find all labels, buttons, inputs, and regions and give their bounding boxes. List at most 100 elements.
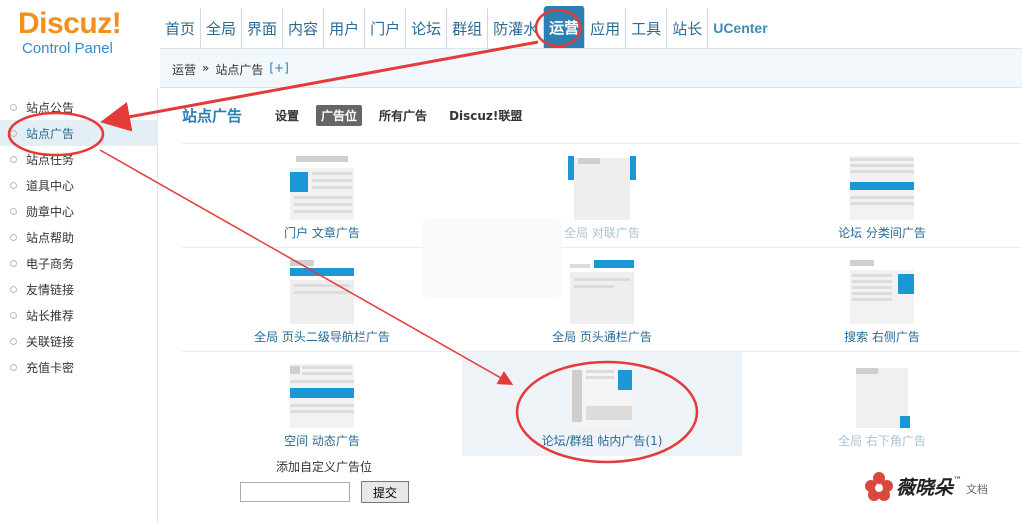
sidebar-item-announcement[interactable]: 站点公告 bbox=[0, 94, 157, 120]
breadcrumb-bar: 运营 » 站点广告 [+] bbox=[160, 48, 1022, 88]
bullet-icon bbox=[10, 155, 17, 163]
sidebar-item-label: 电子商务 bbox=[26, 256, 75, 271]
watermark: 薇晓朵 ™ 文档 bbox=[862, 458, 1002, 514]
sidebar-item-label: 站点公告 bbox=[26, 100, 75, 115]
custom-ad-slot-form: 添加自定义广告位 提交 bbox=[240, 458, 540, 503]
bullet-icon bbox=[10, 103, 17, 111]
sidebar-item-site-ads[interactable]: 站点广告 bbox=[0, 120, 157, 146]
blurred-region bbox=[422, 218, 562, 298]
ad-slot-row: 全局 页头二级导航栏广告 全局 页头通栏广告 搜索 右侧广告 bbox=[182, 247, 1022, 351]
nav-portal[interactable]: 门户 bbox=[365, 8, 407, 48]
breadcrumb-section[interactable]: 运营 bbox=[172, 61, 196, 78]
ad-slot-forum-in-thread[interactable]: 论坛/群组 帖内广告(1) bbox=[462, 352, 742, 456]
ad-slot-caption: 全局 页头二级导航栏广告 bbox=[254, 330, 390, 344]
top-nav: 首页 全局 界面 内容 用户 门户 论坛 群组 防灌水 运营 应用 工具 站长 … bbox=[160, 6, 773, 48]
watermark-text: 薇晓朵 bbox=[896, 476, 954, 499]
ad-slot-caption: 搜索 右侧广告 bbox=[844, 330, 920, 344]
nav-antispam[interactable]: 防灌水 bbox=[488, 8, 545, 48]
ad-slot-forum-category[interactable]: 论坛 分类间广告 bbox=[742, 144, 1022, 248]
ad-slot-caption: 论坛 分类间广告 bbox=[838, 226, 926, 240]
breadcrumb-page: 站点广告 bbox=[215, 63, 264, 77]
tab-ad-slots[interactable]: 广告位 bbox=[316, 104, 363, 126]
category-ad-icon bbox=[850, 156, 914, 220]
sidebar-item-recommend[interactable]: 站长推荐 bbox=[0, 302, 157, 328]
tab-bar: 站点广告 设置 广告位 所有广告 Discuz!联盟 bbox=[182, 104, 539, 126]
sidebar-item-links[interactable]: 友情链接 bbox=[0, 276, 157, 302]
sidebar-item-magic[interactable]: 道具中心 bbox=[0, 172, 157, 198]
bullet-icon bbox=[10, 129, 17, 137]
ad-slot-portal-article[interactable]: 门户 文章广告 bbox=[182, 144, 462, 248]
nav-founder[interactable]: 站长 bbox=[667, 8, 709, 48]
ad-slot-grid: 门户 文章广告 全局 对联广告 论坛 分类间广告 全局 页头二级导航栏广告 全局… bbox=[182, 143, 1022, 456]
bullet-icon bbox=[10, 363, 17, 371]
sidebar-item-help[interactable]: 站点帮助 bbox=[0, 224, 157, 250]
flower-logo-icon bbox=[865, 472, 893, 501]
logo-subtitle: Control Panel bbox=[22, 40, 113, 57]
tab-all-ads[interactable]: 所有广告 bbox=[374, 105, 432, 126]
breadcrumb: 运营 » 站点广告 [+] bbox=[172, 61, 289, 78]
header: Discuz! Control Panel 首页 全局 界面 内容 用户 门户 … bbox=[0, 0, 1022, 57]
nav-tools[interactable]: 工具 bbox=[626, 8, 668, 48]
nav-plugin[interactable]: 应用 bbox=[585, 8, 627, 48]
sidebar-item-label: 站点帮助 bbox=[26, 230, 75, 245]
custom-ad-slot-input[interactable] bbox=[240, 482, 350, 502]
sidebar-item-label: 站长推荐 bbox=[26, 308, 75, 323]
ad-slot-caption: 全局 右下角广告 bbox=[838, 434, 926, 448]
logo-title: Discuz! bbox=[18, 7, 122, 40]
ad-slot-caption: 门户 文章广告 bbox=[284, 226, 360, 240]
nav-ucenter[interactable]: UCenter bbox=[708, 8, 772, 48]
sidebar-item-tasks[interactable]: 站点任务 bbox=[0, 146, 157, 172]
ad-slot-caption: 全局 页头通栏广告 bbox=[552, 330, 652, 344]
ad-slot-space-feed[interactable]: 空间 动态广告 bbox=[182, 352, 462, 456]
bullet-icon bbox=[10, 233, 17, 241]
sidebar-item-label: 勋章中心 bbox=[26, 204, 75, 219]
sidebar-item-label: 充值卡密 bbox=[26, 360, 75, 375]
nav-operation[interactable]: 运营 bbox=[544, 6, 586, 48]
watermark-subtext: 文档 bbox=[966, 483, 989, 496]
discuz-logo[interactable]: Discuz! Control Panel bbox=[18, 8, 158, 68]
search-right-ad-icon bbox=[850, 260, 914, 324]
bullet-icon bbox=[10, 311, 17, 319]
nav-user[interactable]: 用户 bbox=[324, 8, 366, 48]
nav-content[interactable]: 内容 bbox=[283, 8, 325, 48]
submit-button[interactable]: 提交 bbox=[361, 481, 409, 503]
subnav-ad-icon bbox=[290, 260, 354, 324]
sidebar-item-ecommerce[interactable]: 电子商务 bbox=[0, 250, 157, 276]
couplet-ad-icon bbox=[568, 156, 636, 220]
custom-ad-slot-label: 添加自定义广告位 bbox=[276, 460, 373, 474]
sidebar: 站点公告 站点广告 站点任务 道具中心 勋章中心 站点帮助 电子商务 友情链接 … bbox=[0, 88, 158, 523]
sidebar-item-label: 友情链接 bbox=[26, 282, 75, 297]
nav-home[interactable]: 首页 bbox=[160, 8, 202, 48]
feed-ad-icon bbox=[290, 364, 354, 428]
nav-global[interactable]: 全局 bbox=[201, 8, 243, 48]
ad-slot-global-subnav[interactable]: 全局 页头二级导航栏广告 bbox=[182, 248, 462, 352]
bullet-icon bbox=[10, 259, 17, 267]
breadcrumb-separator: » bbox=[202, 61, 210, 75]
sidebar-item-label: 道具中心 bbox=[26, 178, 75, 193]
sidebar-item-medals[interactable]: 勋章中心 bbox=[0, 198, 157, 224]
tab-settings[interactable]: 设置 bbox=[270, 105, 304, 126]
ad-slot-global-corner[interactable]: 全局 右下角广告 bbox=[742, 352, 1022, 456]
control-panel-window: Discuz! Control Panel 首页 全局 界面 内容 用户 门户 … bbox=[0, 0, 1022, 523]
sidebar-item-label: 关联链接 bbox=[26, 334, 75, 349]
sidebar-item-related-links[interactable]: 关联链接 bbox=[0, 328, 157, 354]
ad-slot-search-right[interactable]: 搜索 右侧广告 bbox=[742, 248, 1022, 352]
sidebar-item-recharge[interactable]: 充值卡密 bbox=[0, 354, 157, 380]
ad-slot-row: 门户 文章广告 全局 对联广告 论坛 分类间广告 bbox=[182, 143, 1022, 247]
bullet-icon bbox=[10, 181, 17, 189]
nav-group[interactable]: 群组 bbox=[447, 8, 489, 48]
tab-discuz-union[interactable]: Discuz!联盟 bbox=[444, 105, 527, 126]
nav-forum[interactable]: 论坛 bbox=[406, 8, 448, 48]
nav-style[interactable]: 界面 bbox=[242, 8, 284, 48]
add-shortcut-link[interactable]: [+] bbox=[269, 61, 288, 78]
bullet-icon bbox=[10, 337, 17, 345]
watermark-tm: ™ bbox=[953, 476, 963, 486]
bullet-icon bbox=[10, 207, 17, 215]
page-title: 站点广告 bbox=[182, 106, 243, 125]
sidebar-list: 站点公告 站点广告 站点任务 道具中心 勋章中心 站点帮助 电子商务 友情链接 … bbox=[0, 88, 157, 380]
sidebar-item-label: 站点广告 bbox=[26, 126, 75, 141]
ad-slot-caption: 空间 动态广告 bbox=[284, 434, 360, 448]
sidebar-item-label: 站点任务 bbox=[26, 152, 75, 167]
ad-slot-caption: 论坛/群组 帖内广告(1) bbox=[541, 434, 663, 448]
ad-slot-row: 空间 动态广告 论坛/群组 帖内广告(1) 全局 右下角广告 bbox=[182, 351, 1022, 456]
